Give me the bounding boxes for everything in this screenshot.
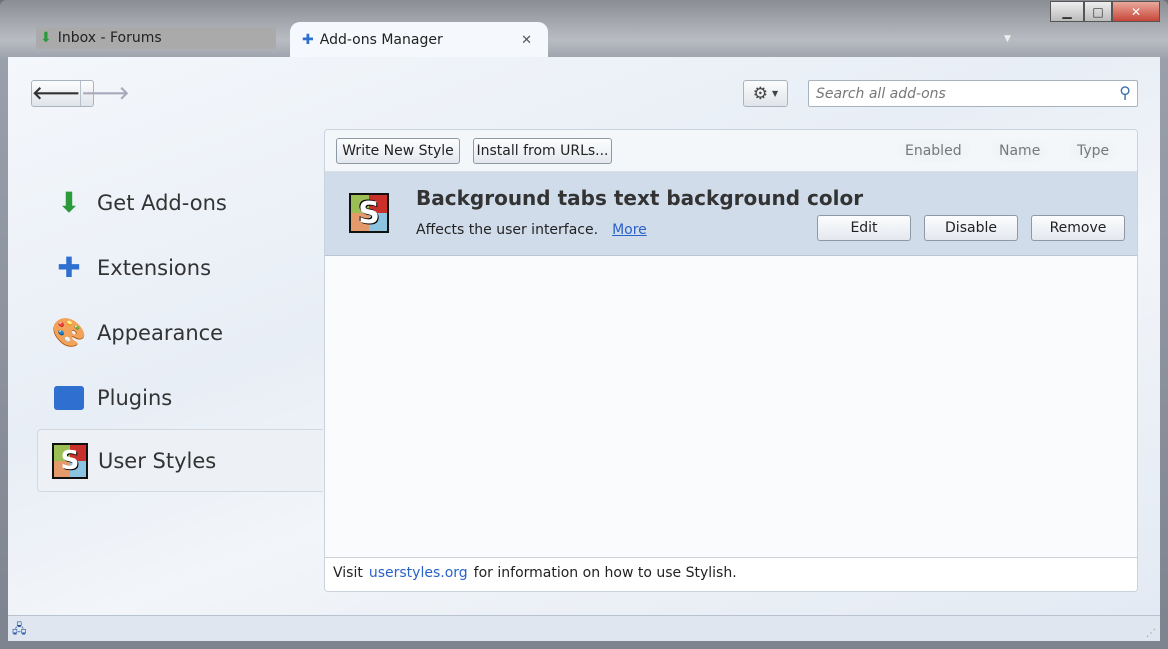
install-from-urls-button[interactable]: Install from URLs... [473,138,612,164]
footer-text: for information on how to use Stylish. [473,565,737,581]
puzzle-icon: ✚ [302,32,314,48]
addon-title: Background tabs text background color [416,186,864,210]
stylish-s-icon: S [349,193,389,233]
sidebar-item-get-addons[interactable]: ⬇ Get Add-ons [37,171,323,234]
navigation-buttons: 🡐 🡒 [31,80,130,107]
close-tab-icon[interactable]: ✕ [521,33,532,48]
addon-list-panel: Write New Style Install from URLs... Ena… [324,129,1138,592]
get-addons-icon: ⬇ [57,186,81,219]
sort-type-button[interactable]: Type [1069,140,1118,162]
tab-inbox[interactable]: ⬇ Inbox - Forums [36,27,276,49]
network-status-icon: 🖧 [12,622,27,637]
search-placeholder: Search all add-ons [816,86,946,102]
back-arrow-icon[interactable]: 🡐 [32,81,82,106]
search-input[interactable]: Search all add-ons ⚲ [808,80,1138,107]
userstyles-link[interactable]: userstyles.org [369,565,468,581]
tools-gear-button[interactable]: ⚙ ▼ [743,80,788,107]
sidebar-item-label: Extensions [97,255,212,280]
sidebar-item-user-styles[interactable]: S User Styles [37,429,323,492]
forward-arrow-icon[interactable]: 🡒 [81,81,129,106]
inbox-download-icon: ⬇ [40,30,52,46]
tab-addons-manager[interactable]: ✚ Add-ons Manager ✕ [290,22,548,58]
status-bar: 🖧 ⋰ [8,615,1160,641]
addons-manager-content: 🡐 🡒 ⚙ ▼ Search all add-ons ⚲ ⬇ Get Add-ons… [8,57,1160,615]
footer-info: Visit userstyles.org for information on ho… [325,557,1137,591]
more-link[interactable]: More [612,222,647,238]
tab-label: Add-ons Manager [319,32,443,48]
disable-button[interactable]: Disable [924,215,1018,241]
chevron-down-icon: ▼ [772,89,779,98]
resize-grip-icon[interactable]: ⋰ [1146,628,1156,639]
close-window-button[interactable]: ✕ [1112,1,1160,22]
list-item[interactable]: S Background tabs text background color … [325,172,1137,256]
plugin-brick-icon [51,380,87,416]
minimize-button[interactable]: ▁ [1050,1,1084,22]
write-new-style-button[interactable]: Write New Style [336,138,460,164]
window-controls: ▁ □ ✕ [1050,1,1160,22]
sort-name-button[interactable]: Name [991,140,1049,162]
addon-description: Affects the user interface. More [416,222,647,238]
sidebar-item-label: Get Add-ons [97,190,227,215]
sidebar-item-label: Appearance [97,320,224,345]
sidebar-item-plugins[interactable]: Plugins [37,366,323,429]
remove-button[interactable]: Remove [1031,215,1125,241]
edit-button[interactable]: Edit [817,215,911,241]
paint-palette-icon: 🎨 [51,316,87,349]
sort-enabled-button[interactable]: Enabled [897,140,970,162]
maximize-button[interactable]: □ [1084,1,1112,22]
footer-text: Visit [333,565,363,581]
sidebar-item-label: User Styles [98,448,217,473]
tab-label: Inbox - Forums [57,30,162,46]
tab-list-dropdown-icon[interactable]: ▼ [1004,34,1011,44]
description-text: Affects the user interface. [416,222,599,238]
gear-icon: ⚙ [752,83,769,104]
sidebar-item-label: Plugins [97,385,173,410]
stylish-s-icon: S [52,442,88,479]
list-toolbar: Write New Style Install from URLs... Ena… [325,130,1137,172]
puzzle-icon: ✚ [57,251,81,284]
sidebar-item-appearance[interactable]: 🎨 Appearance [37,301,323,364]
sidebar-item-extensions[interactable]: ✚ Extensions [37,236,323,299]
search-icon[interactable]: ⚲ [1119,83,1131,102]
